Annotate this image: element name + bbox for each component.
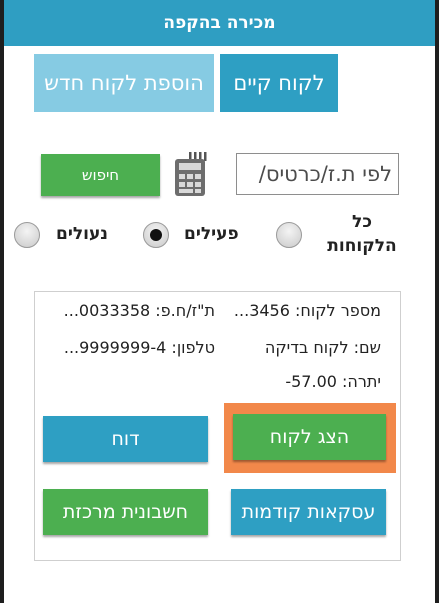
customer-search-input[interactable]	[236, 153, 399, 195]
filter-active-radio[interactable]	[143, 222, 169, 248]
previous-deals-button[interactable]: עסקאות קודמות	[231, 489, 386, 535]
filter-locked-radio[interactable]	[14, 222, 40, 248]
filter-all-label: כל הלקוחות	[327, 212, 397, 256]
tab-existing-customer[interactable]: לקוח קיים	[220, 54, 338, 112]
radio-selected-dot	[150, 229, 162, 241]
customer-number: מספר לקוח: 3456...	[233, 301, 381, 320]
customer-phone: טלפון: 9999999-4...	[63, 338, 215, 357]
filter-locked-label: נעולים	[56, 224, 108, 244]
show-customer-button[interactable]: הצג לקוח	[233, 414, 386, 460]
customer-id: ת"ז/ח.פ: 0033358...	[63, 301, 215, 320]
search-button[interactable]: חיפוש	[41, 154, 160, 196]
filter-all-radio[interactable]	[276, 222, 302, 248]
page-title: מכירה בהקפה	[4, 0, 435, 46]
customer-balance: יתרה: 57.00-	[285, 372, 381, 391]
tab-add-new-customer[interactable]: הוספת לקוח חדש	[34, 54, 214, 112]
calculator-icon[interactable]	[172, 151, 214, 197]
report-button[interactable]: דוח	[43, 416, 208, 462]
filter-active-label: פעילים	[184, 224, 239, 244]
customer-name: שם: לקוח בדיקה	[264, 338, 381, 357]
central-invoice-button[interactable]: חשבונית מרכזת	[43, 489, 208, 535]
